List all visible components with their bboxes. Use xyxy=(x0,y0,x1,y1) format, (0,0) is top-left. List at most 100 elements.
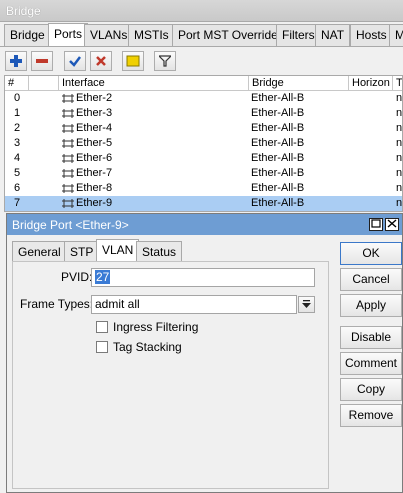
row-number: 7 xyxy=(13,197,21,209)
tab-nat[interactable]: NAT xyxy=(315,24,351,46)
tab-filters[interactable]: Filters xyxy=(276,24,321,46)
interface-icon xyxy=(62,93,74,103)
row-interface: Ether-3 xyxy=(61,106,249,121)
row-interface-name: Ether-4 xyxy=(76,122,113,134)
enable-button[interactable] xyxy=(64,51,86,71)
copy-button[interactable]: Copy xyxy=(340,378,402,401)
row-bridge: Ether-All-B xyxy=(251,152,305,164)
chevron-down-icon xyxy=(302,300,311,308)
pvid-label: PVID: xyxy=(61,270,93,284)
table-row[interactable]: 7 Ether-9 Ether-All-B no xyxy=(5,196,402,211)
tab-stp[interactable]: STP xyxy=(64,241,100,261)
row-trusted: no xyxy=(396,182,403,194)
pvid-input[interactable]: 27 xyxy=(91,268,315,287)
window-titlebar: Bridge xyxy=(0,0,403,22)
row-interface: Ether-4 xyxy=(61,121,249,136)
filter-button[interactable] xyxy=(154,51,176,71)
enable-icon xyxy=(69,56,81,67)
tab-more[interactable]: M xyxy=(389,24,403,46)
row-interface-name: Ether-7 xyxy=(76,167,113,179)
row-bridge: Ether-All-B xyxy=(251,122,305,134)
close-icon xyxy=(387,219,397,228)
row-bridge: Ether-All-B xyxy=(251,197,305,209)
maximize-button[interactable] xyxy=(369,218,383,231)
interface-icon xyxy=(62,183,74,193)
frame-types-dropdown-button[interactable] xyxy=(298,296,315,313)
bridge-port-dialog: Bridge Port <Ether-9> General STP VLAN S… xyxy=(6,213,403,493)
row-number: 6 xyxy=(13,182,21,194)
frame-types-select[interactable]: admit all xyxy=(91,295,297,314)
add-button[interactable] xyxy=(5,51,27,71)
tab-vlans[interactable]: VLANs xyxy=(84,24,134,46)
close-button[interactable] xyxy=(385,218,399,231)
cancel-button[interactable]: Cancel xyxy=(340,268,402,291)
row-interface: Ether-2 xyxy=(61,91,249,106)
bridge-window: Bridge Bridge Ports VLANs MSTIs Port MST… xyxy=(0,0,403,493)
col-interface[interactable]: Interface xyxy=(59,76,249,91)
remove-port-button[interactable]: Remove xyxy=(340,404,402,427)
col-flags[interactable] xyxy=(29,76,59,91)
table-header: # Interface Bridge Horizon Tr xyxy=(5,76,402,91)
row-number: 5 xyxy=(13,167,21,179)
remove-icon xyxy=(36,59,48,63)
disable-icon xyxy=(96,56,106,66)
tab-mstis[interactable]: MSTIs xyxy=(128,24,175,46)
col-num[interactable]: # xyxy=(5,76,29,91)
frame-types-value: admit all xyxy=(95,297,140,311)
interface-icon xyxy=(62,123,74,133)
interface-icon xyxy=(62,168,74,178)
main-tabs: Bridge Ports VLANs MSTIs Port MST Overri… xyxy=(0,23,403,47)
tab-ports[interactable]: Ports xyxy=(48,23,89,47)
tab-hosts[interactable]: Hosts xyxy=(350,24,393,46)
table-row[interactable]: 3 Ether-5 Ether-All-B no xyxy=(5,136,402,151)
row-interface: Ether-5 xyxy=(61,136,249,151)
row-trusted: no xyxy=(396,197,403,209)
row-interface: Ether-7 xyxy=(61,166,249,181)
ok-button[interactable]: OK xyxy=(340,242,402,265)
row-interface-name: Ether-3 xyxy=(76,107,113,119)
window-title: Bridge xyxy=(6,4,41,18)
table-row[interactable]: 2 Ether-4 Ether-All-B no xyxy=(5,121,402,136)
comment-port-button[interactable]: Comment xyxy=(340,352,402,375)
apply-button[interactable]: Apply xyxy=(340,294,402,317)
col-bridge[interactable]: Bridge xyxy=(249,76,349,91)
dialog-title: Bridge Port <Ether-9> xyxy=(12,218,129,232)
vlan-panel: PVID: 27 Frame Types: admit all Ingress … xyxy=(12,261,329,489)
row-trusted: no xyxy=(396,92,403,104)
table-row[interactable]: 6 Ether-8 Ether-All-B no xyxy=(5,181,402,196)
tab-general[interactable]: General xyxy=(12,241,67,261)
table-row[interactable]: 5 Ether-7 Ether-All-B no xyxy=(5,166,402,181)
disable-button[interactable] xyxy=(90,51,112,71)
table-row[interactable]: 4 Ether-6 Ether-All-B no xyxy=(5,151,402,166)
ingress-filtering-checkbox[interactable] xyxy=(96,321,108,333)
tab-port-mst-overrides[interactable]: Port MST Overrides xyxy=(172,24,290,46)
row-number: 1 xyxy=(13,107,21,119)
row-number: 4 xyxy=(13,152,21,164)
tab-vlan[interactable]: VLAN xyxy=(96,239,140,262)
row-trusted: no xyxy=(396,122,403,134)
tab-status[interactable]: Status xyxy=(136,241,183,261)
ingress-filtering-label: Ingress Filtering xyxy=(113,320,199,334)
remove-button[interactable] xyxy=(31,51,53,71)
interface-icon xyxy=(62,153,74,163)
row-number: 0 xyxy=(13,92,21,104)
row-trusted: no xyxy=(396,137,403,149)
col-trusted[interactable]: Tr xyxy=(393,76,402,91)
disable-port-button[interactable]: Disable xyxy=(340,326,402,349)
row-trusted: no xyxy=(396,107,403,119)
maximize-icon xyxy=(371,219,381,228)
tab-bridge[interactable]: Bridge xyxy=(4,24,51,46)
interface-icon xyxy=(62,108,74,118)
row-interface-name: Ether-9 xyxy=(76,197,113,209)
comment-icon xyxy=(126,55,140,67)
row-interface-name: Ether-2 xyxy=(76,92,113,104)
row-interface-name: Ether-5 xyxy=(76,137,113,149)
comment-button[interactable] xyxy=(122,51,144,71)
tag-stacking-label: Tag Stacking xyxy=(113,340,182,354)
row-trusted: no xyxy=(396,152,403,164)
table-row[interactable]: 1 Ether-3 Ether-All-B no xyxy=(5,106,402,121)
row-bridge: Ether-All-B xyxy=(251,92,305,104)
tag-stacking-checkbox[interactable] xyxy=(96,341,108,353)
col-horizon[interactable]: Horizon xyxy=(349,76,393,91)
table-row[interactable]: 0 Ether-2 Ether-All-B no xyxy=(5,91,402,106)
